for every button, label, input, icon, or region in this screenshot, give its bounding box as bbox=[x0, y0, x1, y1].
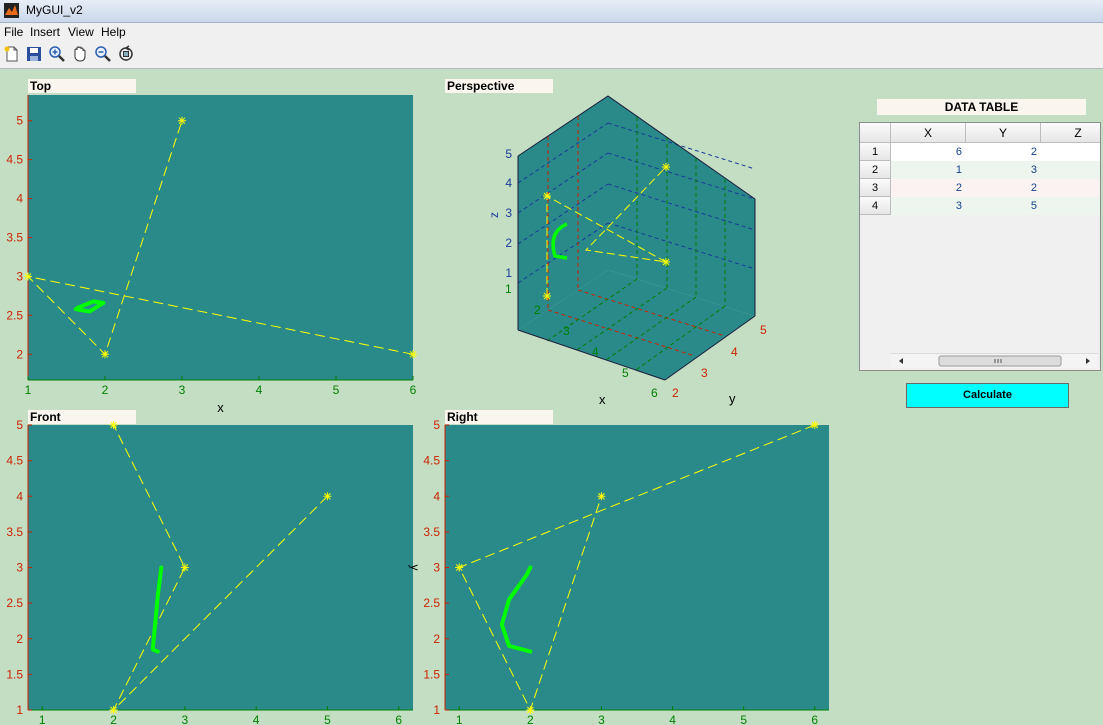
row-header[interactable]: 1 bbox=[860, 143, 891, 161]
table-cell[interactable]: 2 bbox=[891, 179, 966, 197]
x-tick-label: 3 bbox=[563, 324, 570, 338]
calculate-button[interactable]: Calculate bbox=[906, 383, 1069, 408]
scroll-left-arrow-icon bbox=[899, 358, 903, 364]
table-cell[interactable]: 1 bbox=[891, 161, 966, 179]
z-axis-label: z bbox=[487, 212, 501, 218]
z-tick-label: 3 bbox=[505, 206, 512, 220]
z-tick-label: 2 bbox=[505, 236, 512, 250]
x-tick-label: 1 bbox=[505, 282, 512, 296]
x-axis-label: x bbox=[599, 392, 606, 407]
table-corner bbox=[860, 123, 891, 143]
x-tick-label: 5 bbox=[622, 366, 629, 380]
column-header-z[interactable]: Z bbox=[1041, 123, 1100, 143]
scroll-right-arrow-icon bbox=[1086, 358, 1090, 364]
row-header[interactable]: 4 bbox=[860, 197, 891, 215]
table-cell[interactable]: 2 bbox=[966, 179, 1041, 197]
table-cell[interactable] bbox=[1041, 161, 1100, 179]
table-horizontal-scrollbar[interactable] bbox=[891, 353, 1098, 368]
x-tick-label: 2 bbox=[534, 303, 541, 317]
data-table-title: DATA TABLE bbox=[877, 99, 1086, 115]
table-cell[interactable] bbox=[1041, 143, 1100, 161]
table-cell[interactable]: 6 bbox=[891, 143, 966, 161]
y-tick-label: 5 bbox=[760, 323, 767, 337]
data-table[interactable]: X Y Z 1 2 3 4 6 2 1 3 2 2 3 5 bbox=[859, 122, 1101, 371]
x-tick-label: 6 bbox=[651, 386, 658, 400]
row-header[interactable]: 2 bbox=[860, 161, 891, 179]
table-cell[interactable]: 5 bbox=[966, 197, 1041, 215]
y-tick-label: 2 bbox=[672, 386, 679, 400]
column-header-y[interactable]: Y bbox=[966, 123, 1041, 143]
column-header-x[interactable]: X bbox=[891, 123, 966, 143]
x-tick-label: 4 bbox=[592, 345, 599, 359]
table-cell[interactable]: 2 bbox=[966, 143, 1041, 161]
scroll-thumb bbox=[938, 355, 1062, 367]
table-cell[interactable]: 3 bbox=[966, 161, 1041, 179]
z-tick-label: 1 bbox=[505, 266, 512, 280]
y-axis-label: y bbox=[729, 391, 736, 406]
y-tick-label: 4 bbox=[731, 345, 738, 359]
z-tick-label: 5 bbox=[505, 147, 512, 161]
table-cell[interactable] bbox=[1041, 179, 1100, 197]
row-header[interactable]: 3 bbox=[860, 179, 891, 197]
y-tick-label: 3 bbox=[701, 366, 708, 380]
z-tick-label: 4 bbox=[505, 176, 512, 190]
table-cell[interactable]: 3 bbox=[891, 197, 966, 215]
table-cell[interactable] bbox=[1041, 197, 1100, 215]
